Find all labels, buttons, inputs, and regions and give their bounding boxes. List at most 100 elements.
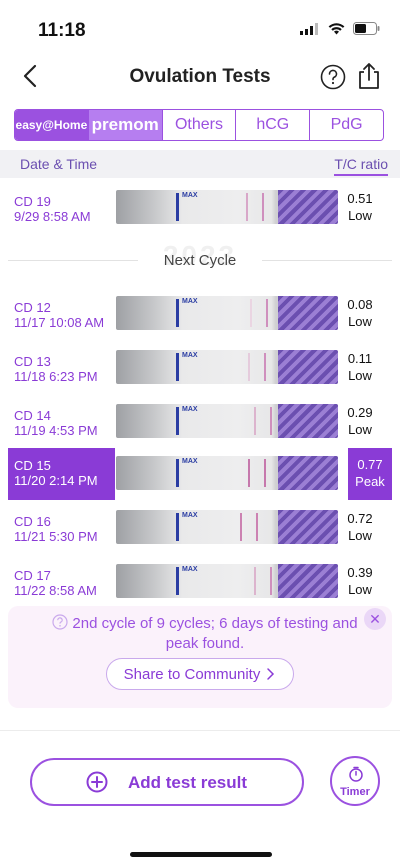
cycle-day-label: CD 17 11/22 8:58 AM	[14, 568, 97, 598]
tab-others[interactable]: Others	[161, 110, 236, 140]
test-row-peak[interactable]: CD 15 11/20 2:14 PM MAX 0.77 Peak	[0, 448, 400, 502]
chevron-right-icon	[267, 668, 275, 680]
cycle-summary-text: 2nd cycle of 9 cycles; 6 days of testing…	[38, 614, 372, 654]
strip-control-line	[264, 353, 266, 381]
cycle-day: CD 19	[14, 194, 51, 209]
strip-absorbent-pad	[278, 350, 338, 384]
strip-test-line	[254, 407, 256, 435]
test-datetime: 11/18 6:23 PM	[14, 369, 98, 384]
strip-control-line	[256, 513, 258, 541]
strip-handle	[176, 459, 179, 487]
tc-ratio-value: 0.29 Low	[342, 404, 378, 438]
test-strip-image[interactable]: MAX	[116, 510, 338, 544]
test-datetime: 9/29 8:58 AM	[14, 209, 91, 224]
cycle-day: CD 17	[14, 568, 51, 583]
test-strip-image[interactable]: MAX	[116, 190, 338, 224]
result-level: Low	[348, 582, 372, 597]
cycle-day: CD 13	[14, 354, 51, 369]
strip-test-line	[246, 193, 248, 221]
strip-absorbent-pad	[278, 404, 338, 438]
strip-control-line	[270, 407, 272, 435]
tab-easy-at-home[interactable]: easy@Home	[15, 110, 88, 140]
column-header: Date & Time T/C ratio	[0, 150, 400, 178]
strip-absorbent-pad	[278, 564, 338, 598]
timer-label: Timer	[340, 786, 370, 798]
test-row[interactable]: CD 12 11/17 10:08 AM MAX 0.08 Low	[0, 292, 400, 346]
strip-max-label: MAX	[182, 192, 198, 199]
test-strip-image[interactable]: MAX	[116, 296, 338, 330]
status-bar: 11:18	[0, 0, 400, 50]
test-strip-image[interactable]: MAX	[116, 350, 338, 384]
status-time: 11:18	[38, 20, 86, 41]
strip-test-line	[254, 567, 256, 595]
strip-absorbent-pad	[278, 456, 338, 490]
status-icons	[300, 22, 380, 35]
cellular-signal-icon	[300, 22, 318, 35]
stopwatch-icon	[349, 766, 363, 782]
strip-handle	[176, 513, 179, 541]
cycle-day-label: CD 13 11/18 6:23 PM	[14, 354, 98, 384]
test-datetime: 11/21 5:30 PM	[14, 529, 98, 544]
strip-max-label: MAX	[182, 458, 198, 465]
cycle-day: CD 16	[14, 514, 51, 529]
next-cycle-label: Next Cycle	[163, 252, 237, 269]
timer-button[interactable]: Timer	[330, 756, 380, 806]
tc-ratio-value: 0.72 Low	[342, 510, 378, 544]
date-time-header: Date & Time	[20, 156, 98, 172]
share-button[interactable]	[356, 62, 382, 90]
plus-circle-icon	[86, 771, 108, 793]
test-strip-image[interactable]: MAX	[116, 456, 338, 490]
strip-control-line	[270, 567, 272, 595]
battery-icon	[353, 22, 380, 35]
question-circle-icon	[320, 64, 346, 90]
test-datetime: 11/17 10:08 AM	[14, 315, 105, 330]
cycle-day-label: CD 16 11/21 5:30 PM	[14, 514, 98, 544]
strip-test-line	[248, 459, 250, 487]
add-test-result-button[interactable]: Add test result	[30, 758, 304, 806]
tc-ratio-value: 0.08 Low	[342, 296, 378, 330]
test-row[interactable]: CD 13 11/18 6:23 PM MAX 0.11 Low	[0, 346, 400, 400]
tc-ratio-value: 0.39 Low	[342, 564, 378, 598]
result-level: Low	[348, 422, 372, 437]
strip-handle	[176, 353, 179, 381]
result-level: Low	[348, 314, 372, 329]
tc-ratio-value: 0.11 Low	[342, 350, 378, 384]
cycle-day: CD 14	[14, 408, 51, 423]
tc-ratio-header[interactable]: T/C ratio	[334, 156, 388, 176]
test-strip-image[interactable]: MAX	[116, 404, 338, 438]
test-row[interactable]: CD 19 9/29 8:58 AM MAX 0.51 Low	[0, 186, 400, 240]
tab-premom[interactable]: premom	[87, 110, 162, 140]
tab-pdg[interactable]: PdG	[309, 110, 383, 140]
strip-absorbent-pad	[278, 510, 338, 544]
share-to-community-button[interactable]: Share to Community	[106, 658, 294, 690]
bottom-divider	[0, 730, 400, 731]
result-level: Low	[348, 368, 372, 383]
strip-test-line	[250, 299, 252, 327]
strip-control-line	[266, 299, 268, 327]
cycle-day-label: CD 12 11/17 10:08 AM	[14, 300, 104, 330]
result-level: Low	[348, 528, 372, 543]
help-button[interactable]	[320, 64, 346, 90]
nav-bar: Ovulation Tests	[0, 50, 400, 102]
result-level: Low	[348, 208, 372, 223]
test-strip-image[interactable]: MAX	[116, 564, 338, 598]
strip-absorbent-pad	[278, 296, 338, 330]
share-icon	[359, 63, 379, 89]
strip-max-label: MAX	[182, 566, 198, 573]
add-test-result-label: Add test result	[128, 773, 248, 792]
question-circle-icon	[52, 614, 69, 630]
test-datetime: 11/19 4:53 PM	[14, 423, 98, 438]
strip-handle	[176, 567, 179, 595]
strip-max-label: MAX	[182, 352, 198, 359]
strip-control-line	[262, 193, 264, 221]
test-row[interactable]: CD 16 11/21 5:30 PM MAX 0.72 Low	[0, 506, 400, 560]
tc-ratio-value: 0.77 Peak	[348, 456, 392, 490]
strip-max-label: MAX	[182, 406, 198, 413]
cycle-day-label: CD 14 11/19 4:53 PM	[14, 408, 98, 438]
strip-max-label: MAX	[182, 298, 198, 305]
home-indicator[interactable]	[130, 852, 272, 857]
strip-handle	[176, 407, 179, 435]
tab-hcg[interactable]: hCG	[235, 110, 309, 140]
strip-test-line	[240, 513, 242, 541]
test-row[interactable]: CD 14 11/19 4:53 PM MAX 0.29 Low	[0, 400, 400, 454]
